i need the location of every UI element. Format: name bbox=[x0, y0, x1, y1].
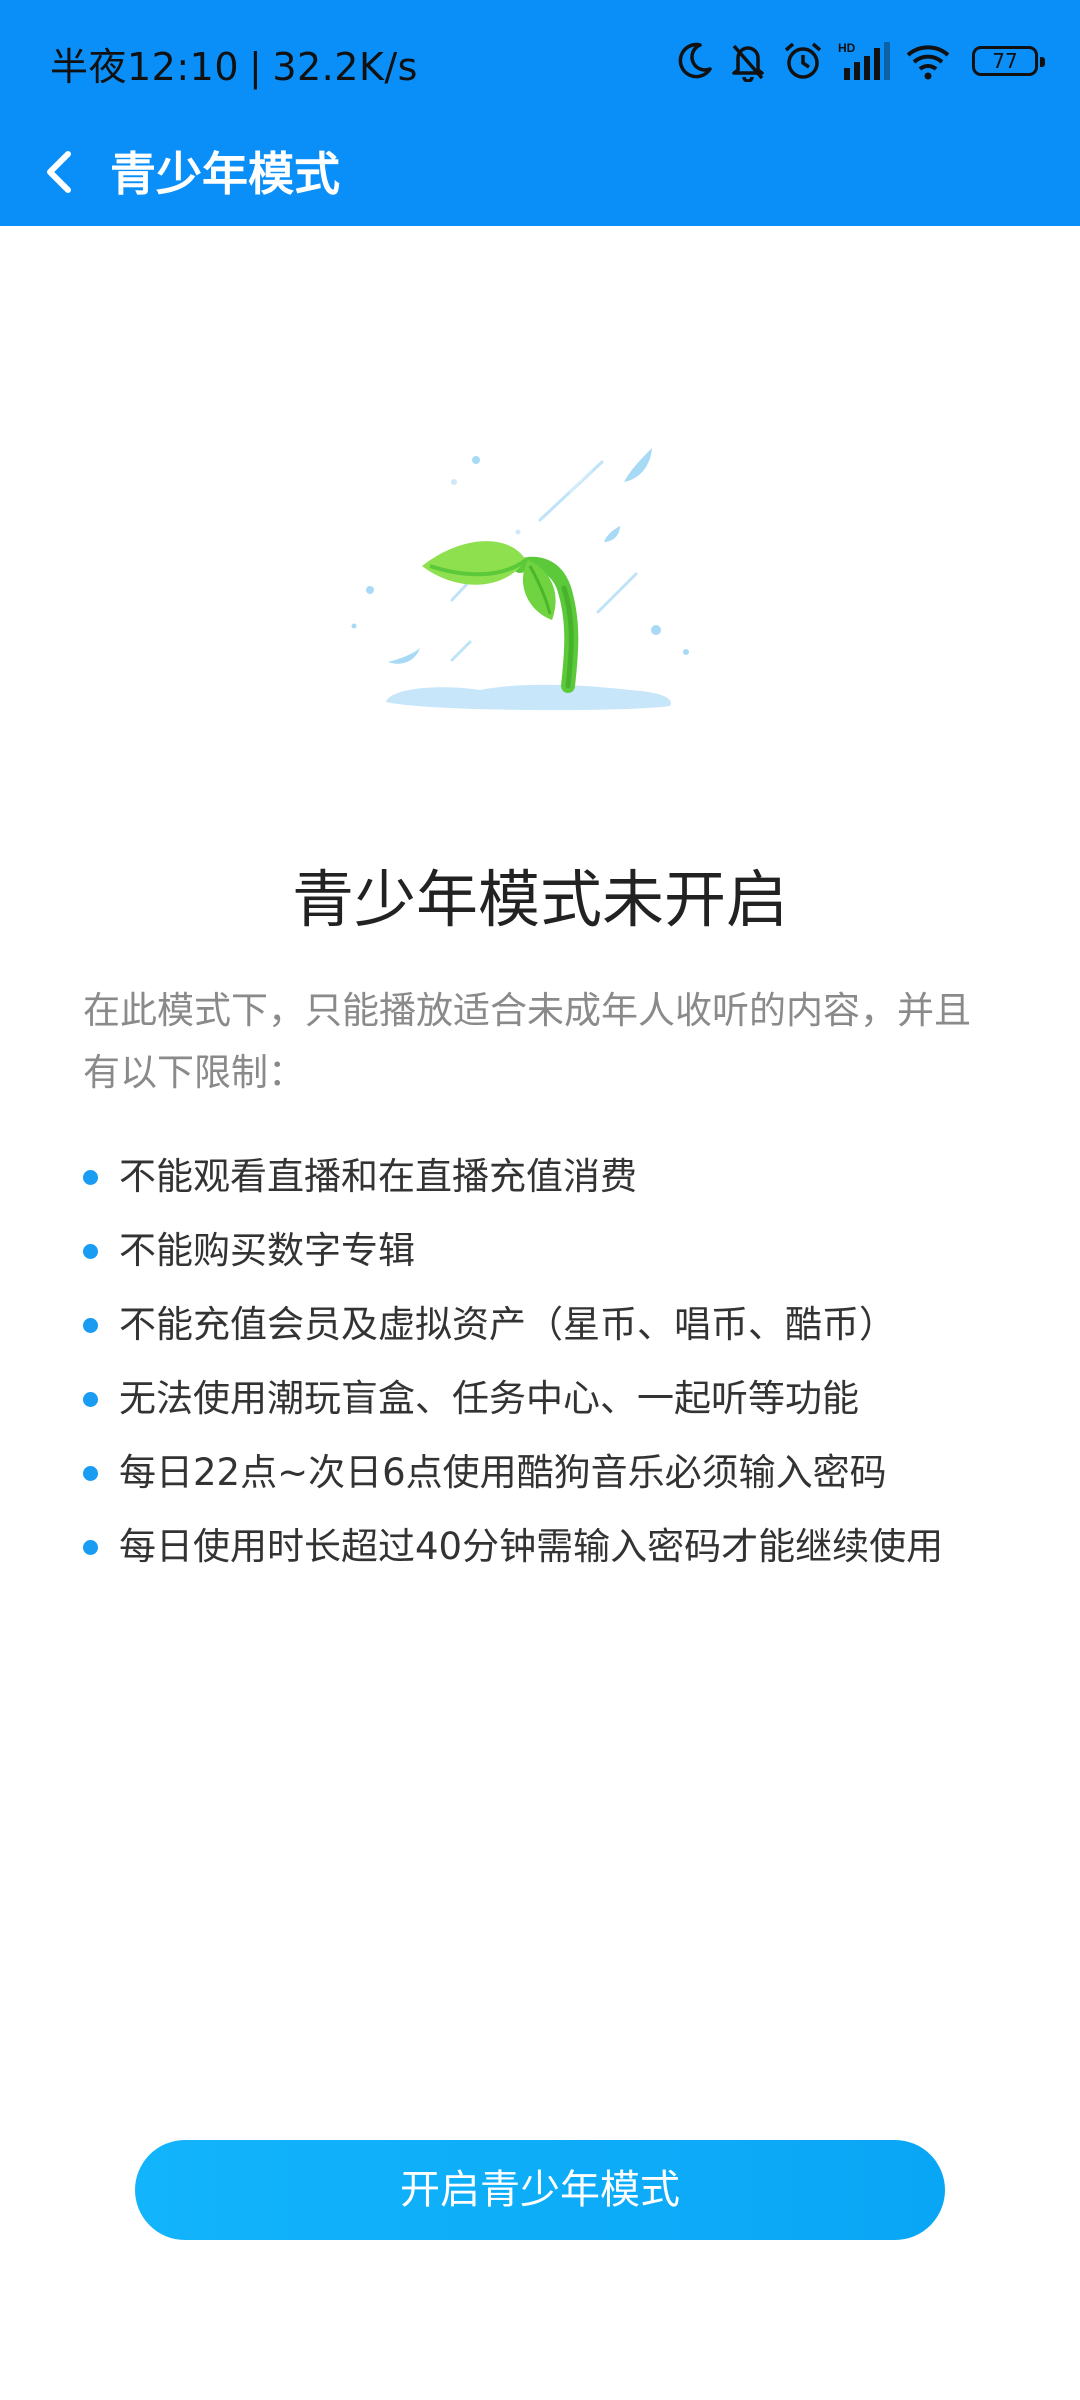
list-item: 每日使用时长超过40分钟需输入密码才能继续使用 bbox=[83, 1510, 1043, 1584]
status-left: 半夜12:10 | 32.2K/s bbox=[50, 36, 418, 91]
mode-description: 在此模式下，只能播放适合未成年人收听的内容，并且有以下限制： bbox=[83, 989, 971, 1094]
list-item: 每日22点~次日6点使用酷狗音乐必须输入密码 bbox=[83, 1436, 1043, 1510]
bullet-icon bbox=[83, 1466, 98, 1481]
bullet-icon bbox=[83, 1392, 98, 1407]
restriction-text: 无法使用潮玩盲盒、任务中心、一起听等功能 bbox=[119, 1377, 859, 1420]
status-time: 半夜12:10 bbox=[50, 45, 240, 89]
restriction-list: 不能观看直播和在直播充值消费 不能购买数字专辑 不能充值会员及虚拟资产（星币、唱… bbox=[83, 1140, 1043, 1584]
restriction-text: 不能观看直播和在直播充值消费 bbox=[119, 1155, 637, 1198]
status-bar: 半夜12:10 | 32.2K/s HD 77 bbox=[0, 0, 1080, 122]
wifi-icon bbox=[904, 41, 952, 81]
nav-bar: 青少年模式 bbox=[0, 122, 1080, 226]
bullet-icon bbox=[83, 1244, 98, 1259]
restriction-text: 每日使用时长超过40分钟需输入密码才能继续使用 bbox=[119, 1525, 944, 1568]
main-title: 青少年模式未开启 bbox=[291, 863, 788, 936]
enable-teen-mode-button[interactable]: 开启青少年模式 bbox=[135, 2140, 945, 2240]
network-speed: 32.2K/s bbox=[272, 45, 418, 89]
status-icons: HD 77 bbox=[676, 38, 1045, 84]
list-item: 不能观看直播和在直播充值消费 bbox=[83, 1140, 1043, 1214]
chevron-left-icon bbox=[40, 148, 80, 200]
bullet-icon bbox=[83, 1318, 98, 1333]
restriction-text: 不能充值会员及虚拟资产（星币、唱币、酷币） bbox=[119, 1303, 896, 1346]
header: 半夜12:10 | 32.2K/s HD 77 青少年模式 bbox=[0, 0, 1080, 226]
sprout-in-rain-illustration bbox=[330, 420, 730, 740]
restriction-text: 不能购买数字专辑 bbox=[119, 1229, 415, 1272]
bell-off-icon bbox=[728, 40, 768, 82]
back-button[interactable] bbox=[22, 136, 98, 212]
hd-signal-icon: HD bbox=[838, 40, 890, 82]
list-item: 不能购买数字专辑 bbox=[83, 1214, 1043, 1288]
list-item: 无法使用潮玩盲盒、任务中心、一起听等功能 bbox=[83, 1362, 1043, 1436]
restriction-text: 每日22点~次日6点使用酷狗音乐必须输入密码 bbox=[119, 1451, 887, 1494]
alarm-icon bbox=[782, 40, 824, 82]
status-separator: | bbox=[249, 45, 263, 89]
bullet-icon bbox=[83, 1540, 98, 1555]
moon-icon bbox=[676, 41, 714, 81]
battery-level: 77 bbox=[992, 49, 1018, 73]
svg-text:HD: HD bbox=[838, 41, 856, 55]
battery-icon: 77 bbox=[972, 46, 1045, 76]
page-title: 青少年模式 bbox=[110, 147, 340, 201]
list-item: 不能充值会员及虚拟资产（星币、唱币、酷币） bbox=[83, 1288, 1043, 1362]
bullet-icon bbox=[83, 1170, 98, 1185]
